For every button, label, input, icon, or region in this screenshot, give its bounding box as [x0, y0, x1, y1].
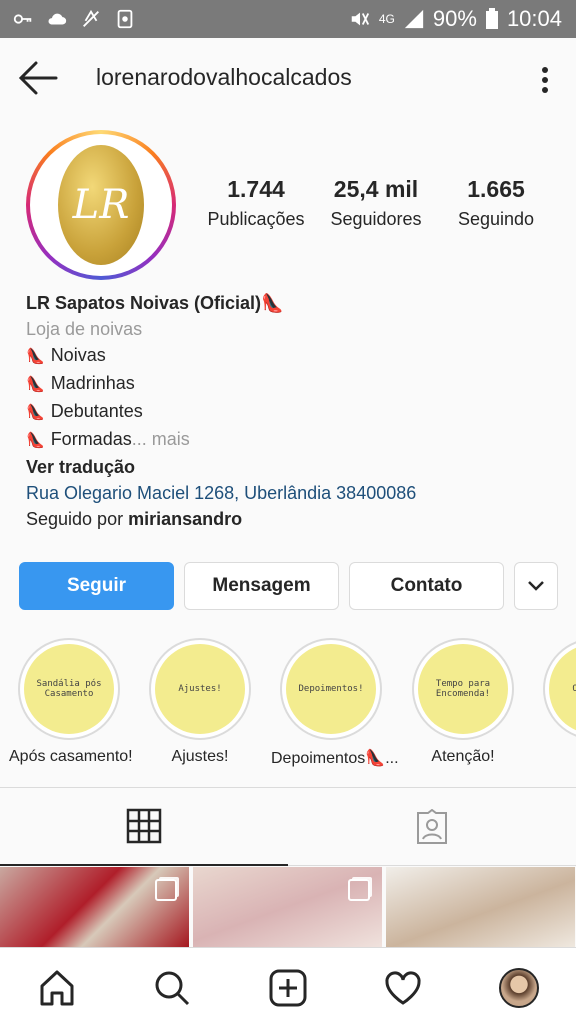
- back-arrow-icon[interactable]: [16, 58, 60, 98]
- high-heel-icon: 👠: [26, 348, 45, 365]
- profile-username: lorenarodovalhocalcados: [96, 64, 352, 90]
- brand-logo: LR: [58, 145, 144, 265]
- bio-line: 👠 Formadas... mais: [26, 429, 190, 449]
- profile-category: Loja de noivas: [26, 319, 143, 339]
- tab-tagged[interactable]: [288, 788, 576, 866]
- key-icon: [13, 14, 32, 24]
- profile-stats: 1.744 Publicações 25,4 mil Seguidores 1.…: [196, 176, 556, 230]
- highlight-cover: Depoimentos!: [286, 644, 376, 734]
- profile-bio: LR Sapatos Noivas (Oficial)👠 Loja de noi…: [26, 290, 556, 532]
- more-link[interactable]: ... mais: [132, 429, 190, 449]
- highlight-item[interactable]: Ocre Cri C: [534, 638, 576, 766]
- bio-line: 👠 Debutantes: [26, 401, 143, 421]
- avatar: [499, 968, 539, 1008]
- highlight-item[interactable]: Tempo para Encomenda! Atenção!: [403, 638, 523, 766]
- following-count[interactable]: 1.665 Seguindo: [436, 176, 556, 230]
- story-highlights: Sandália pós Casamento Após casamento! A…: [0, 638, 576, 778]
- translate-link[interactable]: Ver tradução: [26, 454, 556, 480]
- highlight-item[interactable]: Ajustes! Ajustes!: [140, 638, 260, 766]
- highlight-item[interactable]: Sandália pós Casamento Após casamento!: [9, 638, 133, 766]
- profile-avatar[interactable]: LR: [26, 130, 176, 280]
- mute-icon: [351, 12, 369, 26]
- tagged-person-icon: [417, 808, 447, 844]
- network-type: 4G: [378, 12, 395, 26]
- profile-tabs: [0, 788, 576, 866]
- multiple-photos-icon: [155, 879, 177, 901]
- profile-actions: Seguir Mensagem Contato: [19, 562, 558, 610]
- tab-grid[interactable]: [0, 788, 288, 866]
- followed-by[interactable]: Seguido por miriansandro: [26, 506, 556, 532]
- no-sync-icon: [83, 9, 99, 27]
- post-thumbnail[interactable]: [386, 867, 575, 947]
- status-bar: 4G 90% 10:04: [0, 0, 576, 38]
- home-icon: [40, 970, 74, 1006]
- clock: 10:04: [506, 6, 562, 31]
- heart-icon: [385, 971, 421, 1005]
- highlight-cover: Ocre Cri: [549, 644, 576, 734]
- bio-line: 👠 Madrinhas: [26, 373, 135, 393]
- add-post-icon: [269, 969, 307, 1007]
- contact-button[interactable]: Contato: [349, 562, 504, 610]
- highlight-cover: Ajustes!: [155, 644, 245, 734]
- highlight-cover: Tempo para Encomenda!: [418, 644, 508, 734]
- high-heel-icon: 👠: [26, 432, 45, 449]
- battery-icon: [485, 8, 498, 29]
- post-thumbnail[interactable]: [0, 867, 189, 947]
- highlight-cover: Sandália pós Casamento: [24, 644, 114, 734]
- activity-button[interactable]: [381, 966, 425, 1010]
- more-options-icon[interactable]: [530, 60, 560, 100]
- high-heel-icon: 👠: [26, 376, 45, 393]
- search-button[interactable]: [150, 966, 194, 1010]
- search-icon: [155, 971, 190, 1006]
- grid-icon: [126, 808, 162, 844]
- post-grid: [0, 867, 576, 947]
- app-notification-icon: [117, 9, 133, 29]
- high-heel-icon: 👠: [26, 404, 45, 421]
- cloud-icon: [48, 13, 67, 25]
- posts-count[interactable]: 1.744 Publicações: [196, 176, 316, 230]
- profile-display-name: LR Sapatos Noivas (Oficial)👠: [26, 293, 284, 313]
- message-button[interactable]: Mensagem: [184, 562, 339, 610]
- multiple-photos-icon: [348, 879, 370, 901]
- profile-nav-button[interactable]: [497, 966, 541, 1010]
- battery-percent: 90%: [432, 6, 477, 31]
- signal-icon: [404, 9, 424, 29]
- home-button[interactable]: [35, 966, 79, 1010]
- bottom-navigation: [0, 947, 576, 1024]
- post-thumbnail[interactable]: [193, 867, 382, 947]
- follow-button[interactable]: Seguir: [19, 562, 174, 610]
- profile-header: lorenarodovalhocalcados: [0, 38, 576, 118]
- highlight-item[interactable]: Depoimentos! Depoimentos👠...: [271, 638, 399, 768]
- address-link[interactable]: Rua Olegario Maciel 1268, Uberlândia 384…: [26, 480, 556, 506]
- bio-line: 👠 Noivas: [26, 345, 106, 365]
- new-post-button[interactable]: [266, 966, 310, 1010]
- chevron-down-icon: [528, 581, 544, 591]
- followers-count[interactable]: 25,4 mil Seguidores: [316, 176, 436, 230]
- suggestions-dropdown-button[interactable]: [514, 562, 558, 610]
